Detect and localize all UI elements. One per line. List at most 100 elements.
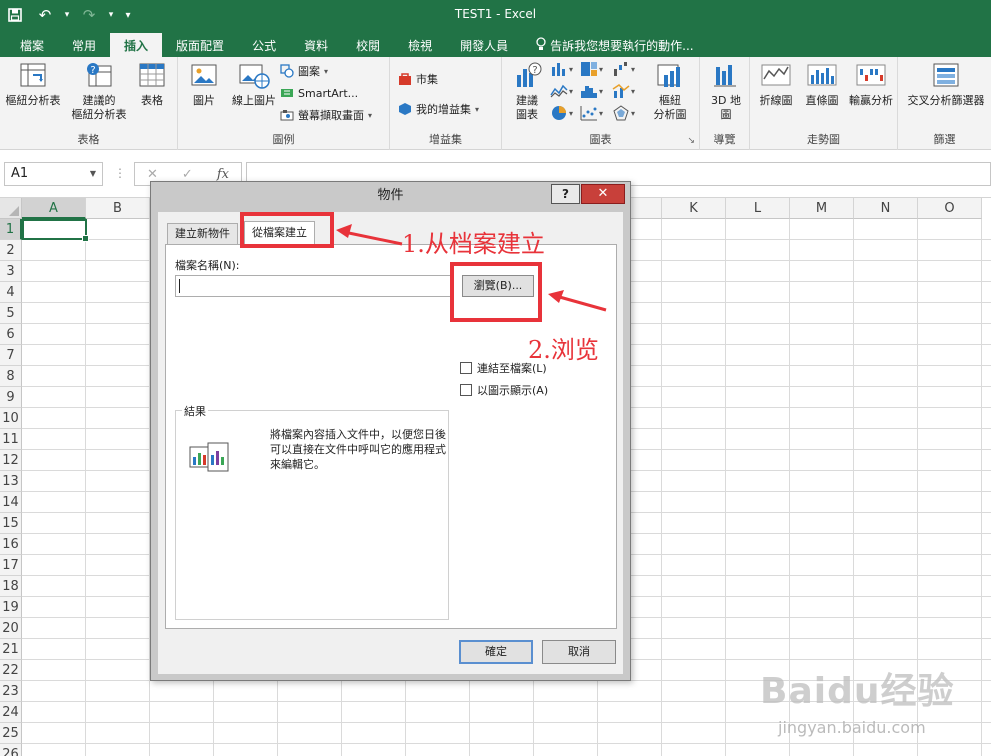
pictures-button[interactable]: 圖片 — [184, 61, 224, 108]
baidu-watermark: Baidu经验 jingyan.baidu.com — [756, 656, 986, 752]
row-header-11[interactable]: 11 — [0, 429, 22, 450]
column-header-k[interactable]: K — [662, 198, 726, 219]
annotation-arrow-2 — [548, 290, 607, 312]
scatter-chart-dropdown[interactable]: ▾ — [580, 105, 603, 121]
row-header-19[interactable]: 19 — [0, 597, 22, 618]
row-header-16[interactable]: 16 — [0, 534, 22, 555]
checkbox-box[interactable] — [460, 362, 472, 374]
row-header-20[interactable]: 20 — [0, 618, 22, 639]
slicer-button[interactable]: 交叉分析篩選器 — [902, 61, 990, 108]
column-chart-dropdown[interactable]: ▾ — [550, 61, 573, 77]
tab-create-new[interactable]: 建立新物件 — [167, 223, 238, 244]
waterfall-chart-dropdown[interactable]: ▾ — [612, 61, 635, 77]
tab-file[interactable]: 檔案 — [6, 33, 58, 57]
my-addins-button[interactable]: 我的增益集 ▾ — [398, 99, 479, 119]
group-label-sparklines: 走勢圖 — [807, 133, 840, 146]
chevron-down-icon: ▾ — [631, 64, 636, 74]
online-pictures-button[interactable]: 線上圖片 — [226, 61, 282, 108]
tab-home[interactable]: 常用 — [58, 33, 110, 57]
select-all-corner[interactable] — [0, 198, 22, 219]
row-header-7[interactable]: 7 — [0, 345, 22, 366]
recommended-pivot-button[interactable]: ? 建議的 樞紐分析表 — [66, 61, 132, 122]
tab-formulas[interactable]: 公式 — [238, 33, 290, 57]
row-header-10[interactable]: 10 — [0, 408, 22, 429]
row-header-24[interactable]: 24 — [0, 702, 22, 723]
addins-icon — [399, 103, 411, 115]
cancel-button[interactable]: 取消 — [542, 640, 616, 664]
name-box[interactable]: A1 ▼ — [4, 162, 103, 186]
column-header-o[interactable]: O — [918, 198, 982, 219]
screenshot-button[interactable]: 螢幕擷取畫面 ▾ — [280, 105, 372, 125]
sparkline-winloss-button[interactable]: 輸贏分析 — [846, 61, 896, 108]
combo-chart-dropdown[interactable]: ▾ — [612, 83, 635, 99]
filename-label: 檔案名稱(N): — [175, 259, 240, 272]
enter-icon[interactable]: ✓ — [182, 167, 193, 182]
display-as-icon-checkbox[interactable]: 以圖示顯示(A) — [460, 382, 548, 398]
store-button[interactable]: 市集 — [398, 69, 438, 89]
pie-chart-dropdown[interactable]: ▾ — [550, 105, 573, 121]
tab-developer[interactable]: 開發人員 — [446, 33, 522, 57]
row-header-6[interactable]: 6 — [0, 324, 22, 345]
picture-icon — [191, 64, 217, 86]
active-cell-a1[interactable] — [22, 219, 89, 242]
help-button[interactable]: ? — [551, 184, 580, 204]
chevron-down-icon[interactable]: ▼ — [90, 169, 96, 178]
table-button[interactable]: 表格 — [134, 61, 170, 108]
row-header-4[interactable]: 4 — [0, 282, 22, 303]
sparkline-column-button[interactable]: 直條圖 — [800, 61, 844, 108]
row-header-17[interactable]: 17 — [0, 555, 22, 576]
row-header-23[interactable]: 23 — [0, 681, 22, 702]
pivot-table-button[interactable]: 樞紐分析表 — [2, 61, 64, 108]
ribbon-group-addins: 市集 我的增益集 ▾ 增益集 — [390, 57, 502, 150]
radar-chart-dropdown[interactable]: ▾ — [612, 105, 635, 121]
row-header-12[interactable]: 12 — [0, 450, 22, 471]
cancel-icon[interactable]: ✕ — [147, 167, 158, 182]
formula-bar-splitter[interactable]: ⋮ — [114, 166, 126, 180]
row-header-18[interactable]: 18 — [0, 576, 22, 597]
annotation-step-2: 2.浏览 — [528, 336, 599, 364]
row-header-3[interactable]: 3 — [0, 261, 22, 282]
column-header-n[interactable]: N — [854, 198, 918, 219]
statistic-chart-dropdown[interactable]: ▾ — [580, 83, 603, 99]
ok-button[interactable]: 確定 — [459, 640, 533, 664]
row-header-22[interactable]: 22 — [0, 660, 22, 681]
row-header-8[interactable]: 8 — [0, 366, 22, 387]
column-header-m[interactable]: M — [790, 198, 854, 219]
tab-view[interactable]: 檢視 — [394, 33, 446, 57]
tab-data[interactable]: 資料 — [290, 33, 342, 57]
row-header-25[interactable]: 25 — [0, 723, 22, 744]
shapes-button[interactable]: 圖案 ▾ — [280, 61, 328, 81]
filename-field[interactable] — [175, 275, 451, 297]
tab-insert[interactable]: 插入 — [110, 33, 163, 57]
column-header-b[interactable]: B — [86, 198, 150, 219]
recommended-charts-button[interactable]: ? 建議 圖表 — [508, 61, 546, 122]
column-header-l[interactable]: L — [726, 198, 790, 219]
row-header-14[interactable]: 14 — [0, 492, 22, 513]
line-chart-dropdown[interactable]: ▾ — [550, 83, 573, 99]
store-icon — [399, 73, 411, 85]
row-header-15[interactable]: 15 — [0, 513, 22, 534]
tell-me-box[interactable]: 告訴我您想要執行的動作... — [522, 33, 707, 57]
tab-page-layout[interactable]: 版面配置 — [162, 33, 238, 57]
3d-map-button[interactable]: 3D 地 圖 — [706, 61, 746, 122]
sparkline-line-button[interactable]: 折線圖 — [754, 61, 798, 108]
close-button[interactable]: ✕ — [581, 184, 625, 204]
recommended-pivot-icon: ? — [87, 63, 112, 87]
row-header-21[interactable]: 21 — [0, 639, 22, 660]
row-header-9[interactable]: 9 — [0, 387, 22, 408]
insert-function-icon[interactable]: fx — [217, 167, 229, 182]
pivot-chart-button[interactable]: 樞紐 分析圖 — [648, 61, 692, 122]
smartart-button[interactable]: SmartArt... — [280, 83, 358, 103]
hierarchy-chart-dropdown[interactable]: ▾ — [580, 61, 603, 77]
tab-review[interactable]: 校閱 — [342, 33, 394, 57]
row-header-2[interactable]: 2 — [0, 240, 22, 261]
annotation-box-browse — [450, 262, 542, 322]
column-header-a[interactable]: A — [22, 198, 86, 219]
checkbox-box[interactable] — [460, 384, 472, 396]
row-header-5[interactable]: 5 — [0, 303, 22, 324]
row-header-1[interactable]: 1 — [0, 219, 22, 240]
row-header-26[interactable]: 26 — [0, 744, 22, 756]
ribbon-group-sparklines: 折線圖 直條圖 輸贏分析 走勢圖 — [750, 57, 898, 150]
group-label-tours: 導覽 — [713, 133, 736, 146]
row-header-13[interactable]: 13 — [0, 471, 22, 492]
